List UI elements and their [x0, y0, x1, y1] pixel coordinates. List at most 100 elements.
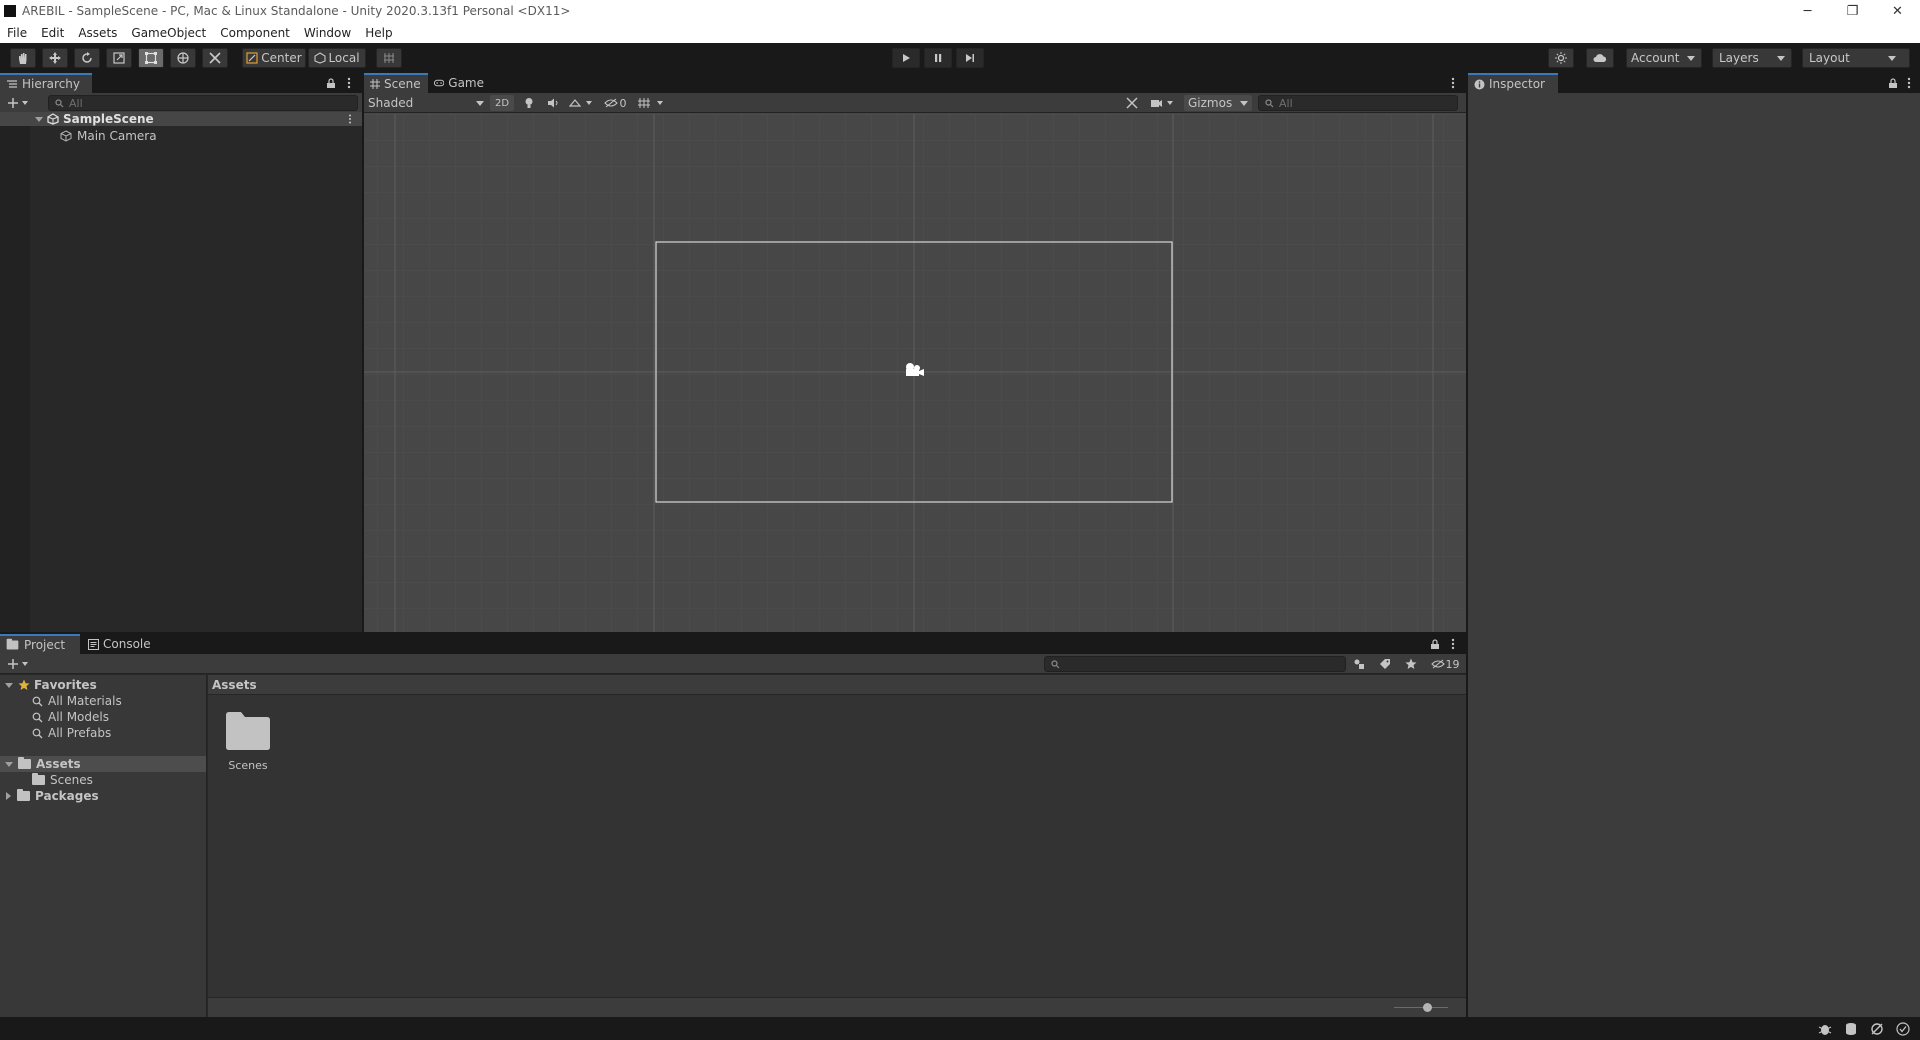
favorites-row[interactable]: Favorites — [0, 677, 206, 693]
database-icon[interactable] — [1844, 1022, 1858, 1036]
effects-dropdown[interactable] — [566, 95, 596, 111]
search-by-label-button[interactable] — [1376, 656, 1394, 672]
layers-dropdown[interactable]: Layers — [1712, 48, 1792, 68]
scene-search-input[interactable]: All — [1258, 95, 1458, 111]
scene-tab-label: Scene — [384, 77, 421, 91]
layers-label: Layers — [1719, 51, 1759, 65]
scene-tabbar: Scene Game — [364, 73, 1466, 93]
speaker-icon — [548, 98, 558, 108]
hierarchy-toolbar: All — [0, 93, 362, 113]
move-tool-button[interactable] — [42, 48, 68, 68]
light-baking-icon[interactable] — [1870, 1022, 1884, 1036]
assets-root-label: Assets — [36, 757, 81, 771]
scene-options-icon[interactable] — [348, 114, 352, 124]
tab-inspector[interactable]: Inspector — [1468, 73, 1558, 93]
hidden-packages-count: 19 — [1445, 657, 1460, 671]
tab-game[interactable]: Game — [428, 73, 490, 93]
gizmos-dropdown[interactable]: Gizmos — [1184, 95, 1252, 111]
hierarchy-search-placeholder: All — [69, 96, 83, 110]
menu-gameobject[interactable]: GameObject — [124, 26, 213, 40]
pause-button[interactable] — [924, 48, 952, 68]
more-menu-icon[interactable] — [1446, 76, 1460, 90]
lighting-toggle-button[interactable] — [518, 95, 540, 111]
rect-tool-button[interactable] — [138, 48, 164, 68]
asset-folder-item[interactable]: Scenes — [32, 772, 206, 788]
tab-scene[interactable]: Scene — [364, 73, 428, 93]
tab-project[interactable]: Project — [0, 634, 80, 654]
tab-console[interactable]: Console — [82, 634, 162, 654]
hand-tool-button[interactable] — [10, 48, 36, 68]
expand-arrow-icon — [5, 682, 13, 688]
close-button[interactable]: ✕ — [1875, 0, 1920, 22]
camera-settings-dropdown[interactable] — [1148, 95, 1178, 111]
project-search-input[interactable] — [1044, 656, 1346, 672]
check-circle-icon[interactable] — [1896, 1022, 1910, 1036]
tab-hierarchy[interactable]: Hierarchy — [0, 73, 92, 93]
2d-toggle-button[interactable]: 2D — [490, 95, 514, 111]
search-icon — [55, 98, 64, 107]
menu-assets[interactable]: Assets — [71, 26, 124, 40]
play-button[interactable] — [892, 48, 920, 68]
collapse-arrow-icon — [6, 792, 11, 800]
scale-tool-button[interactable] — [106, 48, 132, 68]
unity-scene-icon — [47, 113, 59, 125]
transform-tool-button[interactable] — [170, 48, 196, 68]
restore-button[interactable]: ❐ — [1830, 0, 1875, 22]
hidden-objects-toggle[interactable]: 0 — [600, 95, 630, 111]
cloud-button[interactable] — [1586, 48, 1614, 68]
create-add-button[interactable] — [4, 95, 32, 111]
hierarchy-item[interactable]: Main Camera — [0, 128, 362, 144]
menu-component[interactable]: Component — [213, 26, 297, 40]
draw-mode-dropdown[interactable]: Shaded — [368, 95, 484, 111]
search-by-type-button[interactable] — [1350, 656, 1368, 672]
menu-help[interactable]: Help — [358, 26, 399, 40]
menu-window[interactable]: Window — [297, 26, 358, 40]
expand-arrow-icon — [5, 761, 13, 767]
more-menu-icon[interactable] — [1446, 637, 1460, 651]
bug-icon[interactable] — [1818, 1022, 1832, 1036]
pivot-center-button[interactable]: Center — [242, 48, 306, 68]
custom-tool-button[interactable] — [202, 48, 228, 68]
scene-canvas[interactable] — [364, 114, 1466, 632]
assets-root-row[interactable]: Assets — [0, 756, 206, 772]
favorite-button[interactable] — [1402, 656, 1420, 672]
menu-edit[interactable]: Edit — [34, 26, 71, 40]
zoom-slider-track[interactable] — [1394, 1007, 1448, 1008]
hierarchy-item-label: Main Camera — [77, 129, 157, 143]
hidden-packages-toggle[interactable]: 19 — [1428, 656, 1462, 672]
more-menu-icon[interactable] — [1902, 76, 1916, 90]
rotate-icon — [82, 52, 92, 63]
favorites-label: Favorites — [34, 678, 97, 692]
snap-increment-button[interactable] — [376, 48, 402, 68]
favorite-item[interactable]: All Materials — [32, 693, 206, 709]
favorite-item[interactable]: All Prefabs — [32, 725, 206, 741]
hierarchy-search-input[interactable]: All — [48, 95, 358, 111]
menu-file[interactable]: File — [0, 26, 34, 40]
breadcrumb-item[interactable]: Assets — [212, 678, 257, 692]
project-folder-tree: Favorites All Materials All Models All P… — [0, 675, 207, 1017]
folder-icon — [32, 773, 45, 785]
grid-toggle-dropdown[interactable] — [634, 95, 668, 111]
hierarchy-scene-row[interactable]: SampleScene — [0, 112, 362, 126]
step-button[interactable] — [956, 48, 984, 68]
services-button[interactable] — [1548, 48, 1574, 68]
create-add-button[interactable] — [4, 656, 32, 672]
lock-icon[interactable] — [324, 76, 338, 90]
minimize-button[interactable]: ─ — [1785, 0, 1830, 22]
lock-icon[interactable] — [1428, 637, 1442, 651]
more-menu-icon[interactable] — [342, 76, 356, 90]
audio-toggle-button[interactable] — [542, 95, 564, 111]
draw-mode-label: Shaded — [368, 96, 414, 110]
lock-icon[interactable] — [1886, 76, 1900, 90]
hierarchy-panel: Hierarchy All SampleScene Main Camera — [0, 73, 362, 632]
favorite-item[interactable]: All Models — [32, 709, 206, 725]
zoom-slider-thumb[interactable] — [1423, 1003, 1432, 1012]
rotate-tool-button[interactable] — [74, 48, 100, 68]
layout-dropdown[interactable]: Layout — [1802, 48, 1910, 68]
scene-tools-button[interactable] — [1122, 95, 1142, 111]
asset-grid-item[interactable]: Scenes — [222, 709, 274, 779]
pivot-local-button[interactable]: Local — [308, 48, 366, 68]
packages-row[interactable]: Packages — [0, 788, 206, 804]
cloud-icon — [1593, 54, 1607, 62]
account-dropdown[interactable]: Account — [1626, 48, 1702, 68]
